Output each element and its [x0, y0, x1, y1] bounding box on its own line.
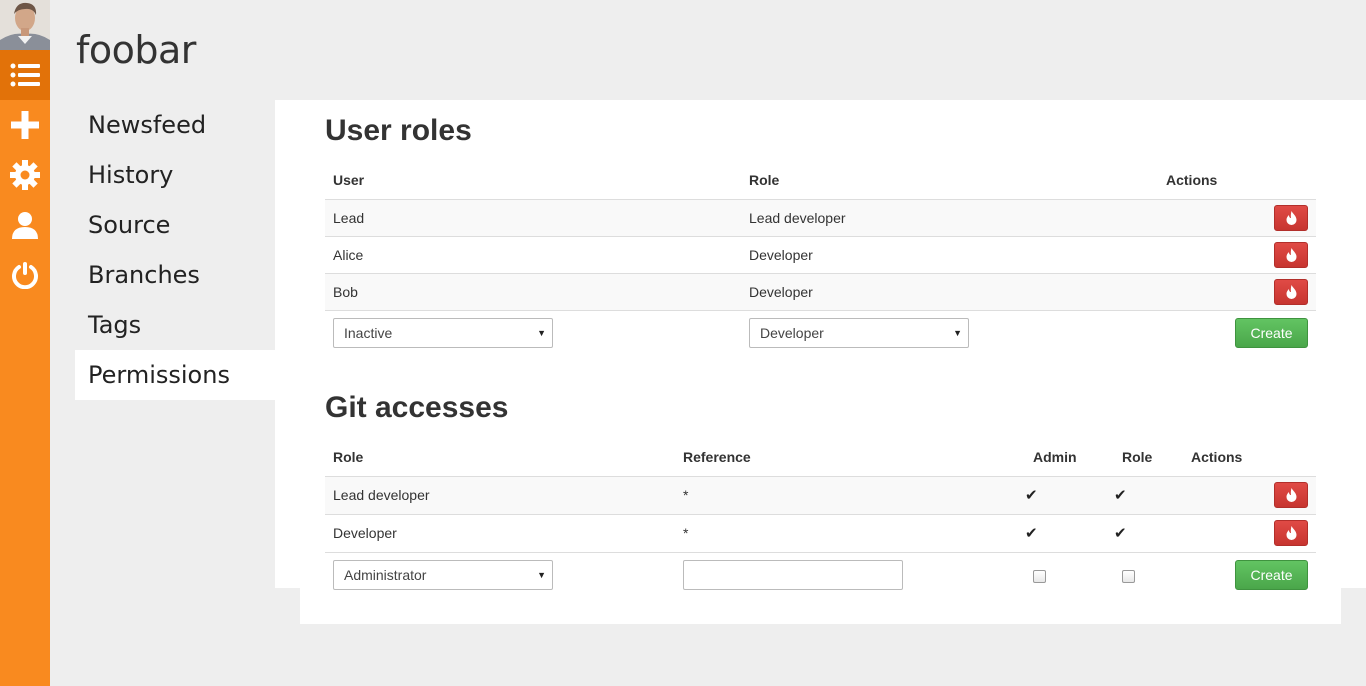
role-cell: Developer: [741, 272, 1158, 310]
git-role-select[interactable]: Administrator ▼: [333, 560, 553, 591]
table-row: Developer * ✔ ✔: [325, 513, 1316, 552]
power-icon: [12, 262, 38, 289]
nav-item-source[interactable]: Source: [75, 200, 275, 250]
new-user-role-row: Inactive ▼ Developer ▼ Create: [325, 309, 1316, 356]
settings-button[interactable]: [0, 150, 50, 200]
reference-input[interactable]: [683, 560, 903, 591]
user-cell: Lead: [325, 198, 741, 236]
logout-button[interactable]: [0, 250, 50, 300]
reference-cell: *: [675, 475, 1025, 514]
admin-checkbox[interactable]: [1033, 570, 1046, 584]
column-header-role-flag: Role: [1114, 439, 1183, 477]
table-row: Lead Lead developer: [325, 198, 1316, 236]
nav-item-tags[interactable]: Tags: [75, 300, 275, 350]
fire-icon: [1286, 488, 1297, 502]
user-cell: Alice: [325, 235, 741, 273]
table-row: Bob Developer: [325, 272, 1316, 310]
new-git-access-row: Administrator ▼ Create: [325, 551, 1316, 598]
user-cell: Bob: [325, 272, 741, 310]
nav-item-branches[interactable]: Branches: [75, 250, 275, 300]
nav-item-permissions[interactable]: Permissions: [75, 350, 275, 400]
create-user-role-button[interactable]: Create: [1235, 318, 1308, 349]
project-nav: Newsfeed History Source Branches Tags Pe…: [75, 100, 275, 400]
dropdown-arrow-icon: ▼: [537, 328, 546, 339]
permissions-content: User roles User Role Actions Lead Lead d…: [325, 100, 1316, 598]
reference-cell: *: [675, 513, 1025, 552]
plus-icon: [11, 111, 39, 139]
user-avatar[interactable]: [0, 0, 50, 50]
fire-icon: [1286, 284, 1297, 299]
role-check-icon: ✔: [1114, 475, 1183, 514]
list-icon: [10, 63, 40, 87]
delete-button[interactable]: [1274, 482, 1308, 508]
user-roles-table: User Role Actions Lead Lead developer Al…: [325, 162, 1316, 356]
profile-button[interactable]: [0, 200, 50, 250]
icon-sidebar: [0, 0, 50, 686]
fire-icon: [1286, 247, 1297, 262]
role-checkbox[interactable]: [1122, 570, 1135, 584]
role-check-icon: ✔: [1114, 513, 1183, 552]
git-accesses-table: Role Reference Admin Role Actions Lead d…: [325, 439, 1316, 598]
user-icon: [12, 212, 38, 239]
delete-button[interactable]: [1274, 278, 1308, 305]
column-header-actions: Actions: [1158, 162, 1316, 200]
user-select[interactable]: Inactive ▼: [333, 318, 553, 349]
git-accesses-title: Git accesses: [325, 391, 509, 424]
list-button[interactable]: [0, 50, 50, 100]
delete-button[interactable]: [1274, 204, 1308, 231]
dropdown-arrow-icon: ▼: [953, 328, 962, 339]
role-cell: Lead developer: [741, 198, 1158, 236]
fire-icon: [1286, 526, 1297, 540]
gear-icon: [10, 160, 40, 190]
delete-button[interactable]: [1274, 520, 1308, 546]
nav-item-history[interactable]: History: [75, 150, 275, 200]
column-header-role: Role: [325, 439, 675, 477]
nav-item-newsfeed[interactable]: Newsfeed: [75, 100, 275, 150]
role-cell: Lead developer: [325, 475, 675, 514]
table-row: Alice Developer: [325, 235, 1316, 273]
column-header-user: User: [325, 162, 741, 200]
admin-check-icon: ✔: [1025, 513, 1114, 552]
add-button[interactable]: [0, 100, 50, 150]
fire-icon: [1286, 210, 1297, 225]
dropdown-arrow-icon: ▼: [537, 570, 546, 581]
admin-check-icon: ✔: [1025, 475, 1114, 514]
role-cell: Developer: [325, 513, 675, 552]
column-header-admin: Admin: [1025, 439, 1114, 477]
delete-button[interactable]: [1274, 241, 1308, 268]
table-row: Lead developer * ✔ ✔: [325, 475, 1316, 514]
column-header-reference: Reference: [675, 439, 1025, 477]
role-select[interactable]: Developer ▼: [749, 318, 969, 349]
column-header-actions: Actions: [1183, 439, 1316, 477]
user-roles-title: User roles: [325, 114, 472, 147]
project-title[interactable]: foobar: [76, 28, 196, 72]
role-cell: Developer: [741, 235, 1158, 273]
create-git-access-button[interactable]: Create: [1235, 560, 1308, 591]
column-header-role: Role: [741, 162, 1158, 200]
